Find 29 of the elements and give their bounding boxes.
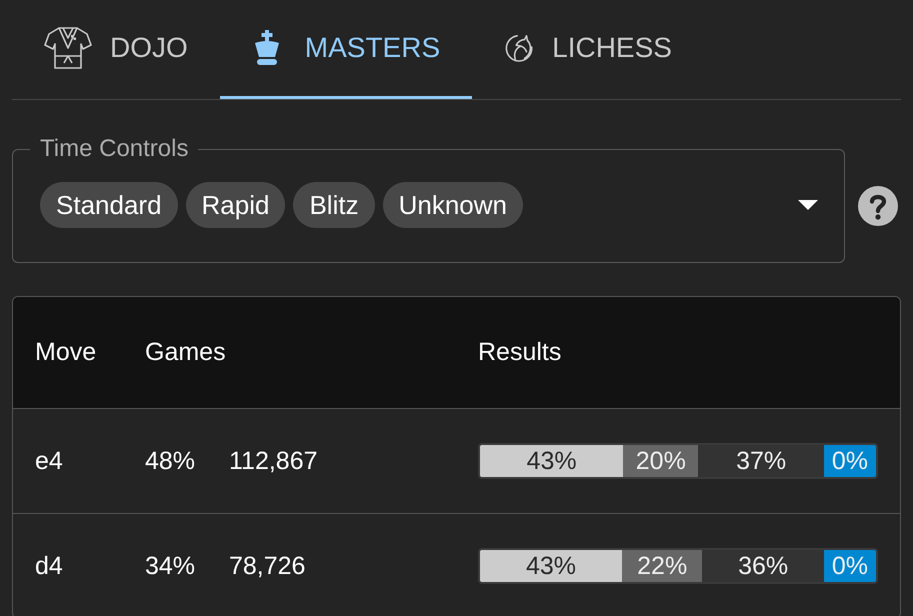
move-cell: e4 [35, 448, 63, 474]
column-header: Move [35, 340, 96, 365]
results-segment: 43% [480, 550, 622, 582]
filter-chip[interactable]: Rapid [186, 182, 286, 228]
results-segment: 22% [622, 550, 702, 582]
share-cell-text: 34% [145, 554, 196, 578]
field-label: Time Controls [39, 137, 190, 161]
nav-tab[interactable]: DOJO [12, 0, 220, 99]
column-header: Results [478, 340, 562, 365]
results-segment: 0% [824, 445, 876, 477]
dropdown-arrow-icon[interactable] [798, 200, 818, 210]
column-header: Games [145, 340, 226, 365]
filter-chip[interactable]: Blitz [293, 182, 375, 228]
results-segment: 20% [623, 445, 698, 477]
filter-chip[interactable]: Standard [40, 182, 178, 228]
knight-icon [504, 33, 534, 63]
share-cell-text: 48% [145, 448, 196, 474]
results-segment: 37% [698, 445, 824, 477]
move-cell: d4 [35, 554, 63, 578]
gi-jacket-icon [44, 26, 92, 70]
results-segment: 36% [702, 550, 824, 582]
nav-tab[interactable]: LICHESS [472, 0, 704, 99]
games-count-cell: 78,726 [229, 554, 306, 578]
filter-chip[interactable]: Unknown [382, 182, 523, 228]
help-icon[interactable] [858, 186, 898, 226]
results-segment: 43% [480, 445, 624, 477]
games-count-cell: 112,867 [229, 448, 318, 474]
select-field[interactable]: Time Controls Standard Rapid Blitz Unknown [12, 137, 845, 263]
results-segment: 0% [824, 550, 876, 582]
